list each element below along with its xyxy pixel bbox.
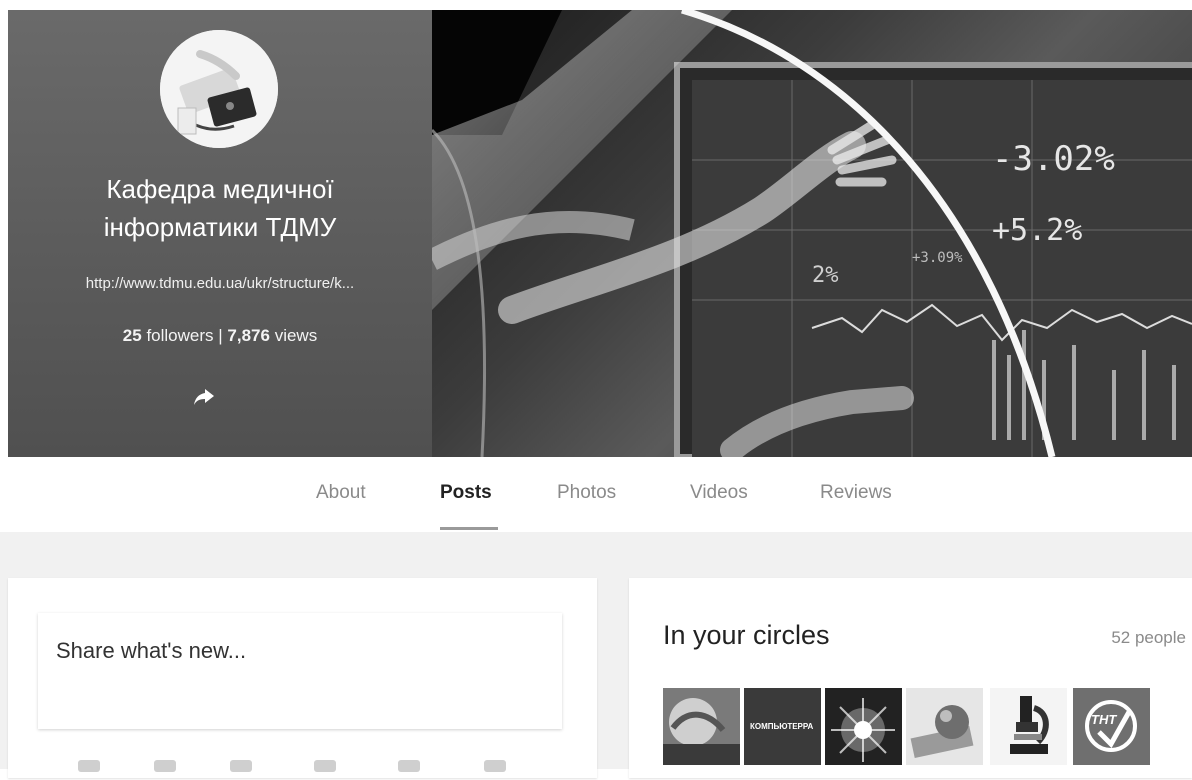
photo-icon[interactable]: [154, 760, 176, 772]
circles-count[interactable]: 52 people: [1111, 628, 1186, 648]
cover-photo[interactable]: -3.02% +5.2% +3.09% 2%: [427, 10, 1192, 457]
page-title-line-2: інформатики ТДМУ: [103, 212, 337, 242]
website-link[interactable]: http://www.tdmu.edu.ua/ukr/structure/k..…: [8, 275, 432, 292]
content-area: Share what's new... In your circles 52 p…: [0, 532, 1192, 778]
poll-icon[interactable]: [484, 760, 506, 772]
cover-readout-4: 2%: [812, 263, 839, 288]
thumb-label: ТНТ: [1091, 712, 1117, 727]
share-input[interactable]: Share what's new...: [38, 613, 562, 729]
tab-videos[interactable]: Videos: [690, 482, 748, 504]
tab-about[interactable]: About: [316, 482, 366, 504]
tab-posts[interactable]: Posts: [440, 482, 492, 504]
text-icon[interactable]: [78, 760, 100, 772]
thumb-label: КОМПЬЮТЕРРА: [750, 722, 814, 731]
circles-card: In your circles 52 people КОМПЬЮТЕРРА ТН…: [629, 578, 1192, 778]
profile-info-panel: Кафедра медичної інформатики ТДМУ http:/…: [8, 10, 432, 457]
cover-readout-2: +5.2%: [992, 213, 1082, 248]
followers-count: 25: [122, 326, 142, 345]
cover-readout-1: -3.02%: [992, 139, 1115, 179]
tab-reviews[interactable]: Reviews: [820, 482, 892, 504]
circles-title: In your circles: [663, 620, 830, 650]
cover-readout-3: +3.09%: [912, 250, 963, 266]
circle-member-avatar[interactable]: КОМПЬЮТЕРРА: [744, 688, 821, 765]
profile-stats: 25 followers | 7,876 views: [8, 326, 432, 346]
circle-member-avatar[interactable]: [990, 688, 1067, 765]
video-icon[interactable]: [314, 760, 336, 772]
event-icon[interactable]: [398, 760, 420, 772]
page-title-line-1: Кафедра медичної: [106, 174, 334, 204]
views-count: 7,876: [227, 326, 270, 345]
share-placeholder: Share what's new...: [56, 638, 247, 663]
circle-member-avatar[interactable]: ТНТ: [1073, 688, 1150, 765]
share-card: Share what's new...: [8, 578, 597, 778]
share-toolbar: [78, 760, 518, 780]
circle-member-avatar[interactable]: [663, 688, 740, 765]
circle-member-avatar[interactable]: [906, 688, 983, 765]
followers-label: followers: [146, 326, 214, 345]
share-arrow-icon[interactable]: [191, 384, 217, 410]
avatar[interactable]: [160, 30, 278, 148]
profile-tabs: About Posts Photos Videos Reviews: [0, 457, 1192, 532]
views-label: views: [274, 326, 318, 345]
tab-photos[interactable]: Photos: [557, 482, 616, 504]
active-tab-indicator: [440, 527, 498, 530]
circle-member-avatar[interactable]: [825, 688, 902, 765]
link-icon[interactable]: [230, 760, 252, 772]
profile-header: Кафедра медичної інформатики ТДМУ http:/…: [8, 10, 1192, 457]
page-title: Кафедра медичної інформатики ТДМУ: [8, 170, 432, 246]
